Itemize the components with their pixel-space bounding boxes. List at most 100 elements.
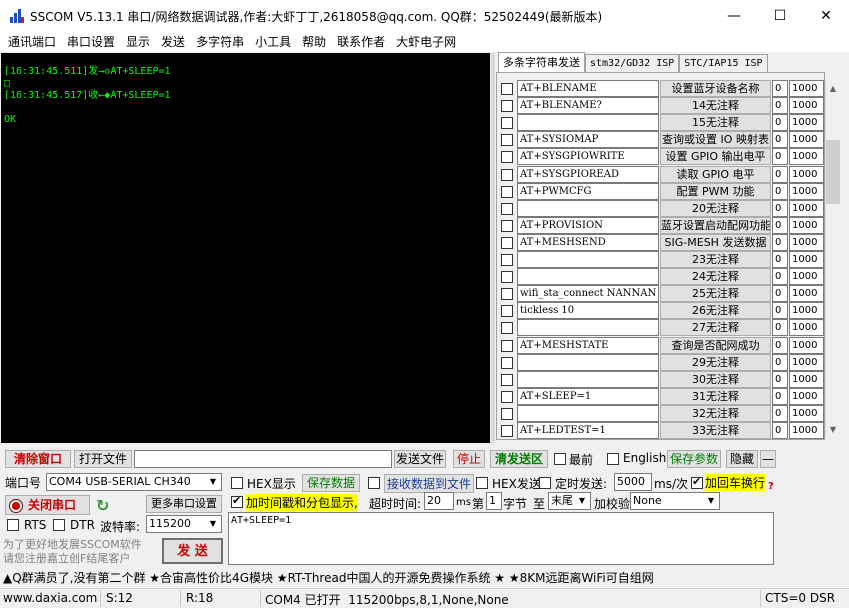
minimize-button[interactable]: — <box>711 0 757 31</box>
row-command-input[interactable]: wifi_sta_connect NANNAN <box>517 285 659 303</box>
row-send-button[interactable]: 设置蓝牙设备名称 <box>660 80 771 97</box>
tab-multi-string-send[interactable]: 多条字符串发送 <box>498 52 585 73</box>
byte-index-input[interactable]: 1 <box>486 492 502 510</box>
to-select[interactable]: 末尾 ▼ <box>548 492 591 510</box>
promo-text[interactable]: 为了更好地发展SSCOM软件 请您注册嘉立创F结尾客户 <box>3 538 142 566</box>
row-delay-input[interactable]: 1000 <box>789 97 824 115</box>
row-checkbox[interactable] <box>501 83 513 95</box>
row-checkbox[interactable] <box>501 425 513 437</box>
checksum-select[interactable]: None ▼ <box>630 492 720 510</box>
row-send-button[interactable]: SIG-MESH 发送数据 <box>660 233 771 251</box>
row-delay-input[interactable]: 1000 <box>789 404 824 422</box>
row-delay-input[interactable]: 1000 <box>789 370 824 388</box>
row-checkbox[interactable] <box>501 134 513 147</box>
row-order-input[interactable]: 0 <box>772 114 788 132</box>
row-checkbox[interactable] <box>501 271 513 284</box>
row-checkbox[interactable] <box>501 219 513 232</box>
menu-item[interactable]: 多字符串 <box>192 33 248 50</box>
timed-send-checkbox[interactable] <box>539 477 551 489</box>
row-delay-input[interactable]: 1000 <box>789 251 824 268</box>
row-command-input[interactable]: AT+BLENAME? <box>517 97 659 115</box>
baud-select[interactable]: 115200 ▼ <box>146 515 222 533</box>
maximize-button[interactable]: ☐ <box>757 0 803 31</box>
row-command-input[interactable] <box>517 251 659 268</box>
save-data-button[interactable]: 保存数据 <box>302 474 360 492</box>
row-order-input[interactable]: 0 <box>772 268 788 286</box>
row-order-input[interactable]: 0 <box>772 199 788 217</box>
row-delay-input[interactable]: 1000 <box>789 131 824 149</box>
row-command-input[interactable]: tickless 10 <box>517 302 659 320</box>
row-delay-input[interactable]: 1000 <box>789 302 824 320</box>
close-button[interactable]: ✕ <box>803 0 849 31</box>
row-send-button[interactable]: 23无注释 <box>660 251 771 268</box>
row-send-button[interactable]: 14无注释 <box>660 97 771 115</box>
menu-item[interactable]: 帮助 <box>298 33 330 50</box>
save-params-button[interactable]: 保存参数 <box>667 450 721 468</box>
more-port-settings-button[interactable]: 更多串口设置 <box>146 495 222 513</box>
row-command-input[interactable]: AT+PWMCFG <box>517 182 659 200</box>
port-select[interactable]: COM4 USB-SERIAL CH340 ▼ <box>46 473 222 491</box>
row-order-input[interactable]: 0 <box>772 353 788 371</box>
row-checkbox[interactable] <box>501 288 513 301</box>
row-order-input[interactable]: 0 <box>772 319 788 337</box>
row-checkbox[interactable] <box>501 100 513 113</box>
row-delay-input[interactable]: 1000 <box>789 319 824 337</box>
row-order-input[interactable]: 0 <box>772 131 788 149</box>
timestamp-checkbox[interactable] <box>231 494 243 508</box>
clear-window-button[interactable]: 清除窗口 <box>5 450 71 468</box>
open-file-button[interactable]: 打开文件 <box>74 450 132 468</box>
row-order-input[interactable]: 0 <box>772 422 788 439</box>
collapse-button[interactable]: — <box>760 450 776 468</box>
menu-item[interactable]: 联系作者 <box>333 33 389 50</box>
row-command-input[interactable]: AT+PROVISION <box>517 216 659 234</box>
row-checkbox[interactable] <box>501 117 513 130</box>
row-delay-input[interactable]: 1000 <box>789 216 824 234</box>
row-command-input[interactable]: AT+SYSGPIOWRITE <box>517 148 659 166</box>
row-order-input[interactable]: 0 <box>772 182 788 200</box>
row-checkbox[interactable] <box>501 151 513 164</box>
row-command-input[interactable]: AT+LEDTEST=1 <box>517 422 659 439</box>
row-send-button[interactable]: 25无注释 <box>660 285 771 303</box>
recv-to-file-button[interactable]: 接收数据到文件 <box>384 474 475 493</box>
row-command-input[interactable]: AT+BLENAME <box>517 80 659 97</box>
row-send-button[interactable]: 32无注释 <box>660 404 771 422</box>
row-delay-input[interactable]: 1000 <box>789 233 824 251</box>
row-order-input[interactable]: 0 <box>772 148 788 166</box>
row-send-button[interactable]: 33无注释 <box>660 422 771 439</box>
hex-display-checkbox[interactable] <box>231 477 243 489</box>
row-send-button[interactable]: 查询是否配网成功 <box>660 336 771 354</box>
row-checkbox[interactable] <box>501 236 513 249</box>
row-delay-input[interactable]: 1000 <box>789 80 824 97</box>
row-order-input[interactable]: 0 <box>772 97 788 115</box>
row-order-input[interactable]: 0 <box>772 165 788 183</box>
row-send-button[interactable]: 31无注释 <box>660 387 771 405</box>
row-command-input[interactable]: AT+SLEEP=1 <box>517 387 659 405</box>
timeout-input[interactable]: 20 <box>424 492 454 510</box>
row-command-input[interactable] <box>517 199 659 217</box>
row-delay-input[interactable]: 1000 <box>789 387 824 405</box>
row-checkbox[interactable] <box>501 305 513 318</box>
file-path-input[interactable] <box>134 450 392 468</box>
row-command-input[interactable]: AT+MESHSEND <box>517 233 659 251</box>
receive-terminal[interactable]: [16:31:45.511]发→◇AT+SLEEP=1 □ [16:31:45.51… <box>1 53 490 443</box>
row-command-input[interactable] <box>517 353 659 371</box>
row-send-button[interactable]: 配置 PWM 功能 <box>660 182 771 200</box>
website-link[interactable]: www.daxia.com <box>3 591 97 605</box>
row-delay-input[interactable]: 1000 <box>789 165 824 183</box>
menu-item[interactable]: 大虾电子网 <box>392 33 460 50</box>
menu-item[interactable]: 串口设置 <box>63 33 119 50</box>
send-file-button[interactable]: 发送文件 <box>394 450 446 468</box>
row-order-input[interactable]: 0 <box>772 336 788 354</box>
topmost-checkbox[interactable] <box>554 453 566 465</box>
row-send-button[interactable]: 读取 GPIO 电平 <box>660 165 771 183</box>
row-send-button[interactable]: 24无注释 <box>660 268 771 286</box>
row-checkbox[interactable] <box>501 407 513 420</box>
row-order-input[interactable]: 0 <box>772 302 788 320</box>
row-delay-input[interactable]: 1000 <box>789 268 824 286</box>
row-command-input[interactable]: AT+SYSIOMAP <box>517 131 659 149</box>
row-order-input[interactable]: 0 <box>772 216 788 234</box>
row-order-input[interactable]: 0 <box>772 370 788 388</box>
row-order-input[interactable]: 0 <box>772 404 788 422</box>
row-delay-input[interactable]: 1000 <box>789 182 824 200</box>
row-checkbox[interactable] <box>501 254 513 266</box>
